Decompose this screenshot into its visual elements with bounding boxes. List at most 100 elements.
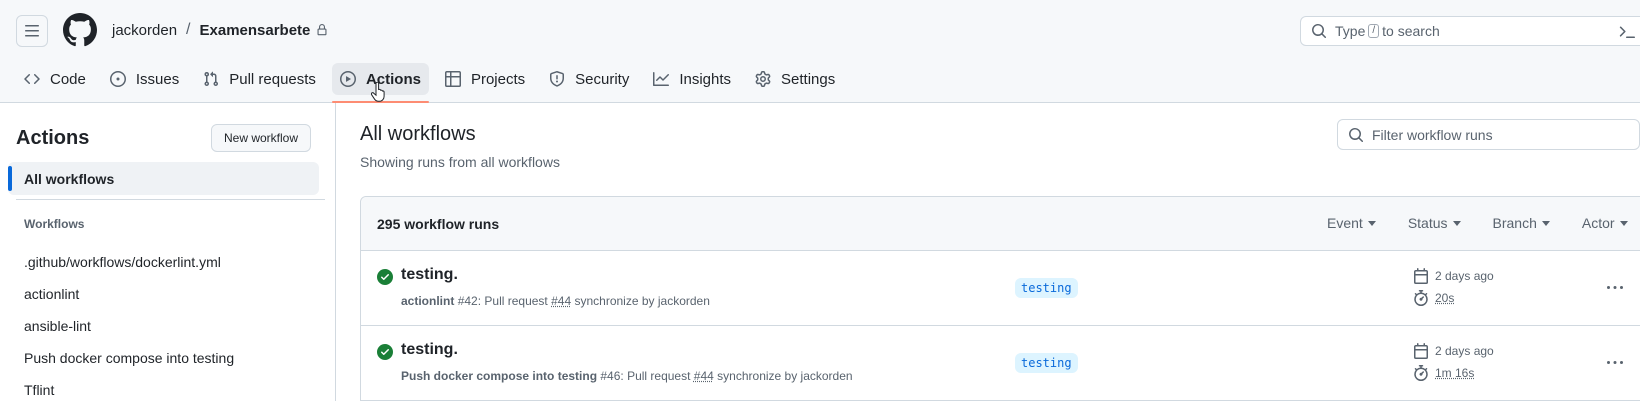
breadcrumb-owner-link[interactable]: jackorden [112, 22, 177, 39]
search-icon [1349, 127, 1364, 142]
run-meta: Push docker compose into testing #46: Pu… [401, 369, 853, 383]
run-workflow-name: Push docker compose into testing [401, 369, 598, 383]
run-duration-text: 1m 16s [1435, 366, 1475, 380]
filter-placeholder: Filter workflow runs [1372, 126, 1493, 143]
workflow-runs-list: 295 workflow runs Event Status Branch Ac… [360, 196, 1640, 401]
calendar-icon [1414, 343, 1428, 359]
run-number: #46 [600, 369, 621, 383]
run-date: 2 days ago [1413, 268, 1494, 284]
tab-security[interactable]: Security [541, 63, 637, 95]
caret-down-icon [1367, 220, 1376, 226]
filter-label: Branch [1492, 215, 1537, 231]
stopwatch-icon [1414, 290, 1428, 306]
pull-request-link[interactable]: #44 [551, 294, 571, 308]
branch-tag[interactable]: testing [1015, 278, 1078, 298]
run-title-link[interactable]: testing. [401, 266, 458, 284]
run-options-button[interactable] [1602, 277, 1628, 299]
run-action: synchronize by jackorden [574, 294, 710, 308]
tab-label: Security [575, 70, 630, 88]
actions-sidebar: Actions New workflow All workflows Workf… [0, 103, 336, 401]
check-circle-fill-icon [377, 344, 393, 360]
search-input[interactable]: Type / to search [1300, 16, 1640, 46]
menu-button[interactable] [16, 15, 48, 47]
github-logo-icon[interactable] [63, 13, 97, 47]
sidebar-item-workflow[interactable]: .github/workflows/dockerlint.yml [24, 246, 234, 278]
run-duration: 1m 16s [1413, 365, 1474, 381]
sidebar-divider [16, 199, 325, 200]
caret-down-icon [1541, 220, 1550, 226]
breadcrumb: jackorden / Examensarbete [112, 20, 328, 40]
kebab-horizontal-icon [1607, 361, 1623, 364]
sidebar-item-workflow[interactable]: actionlint [24, 278, 234, 310]
hamburger-icon [25, 25, 39, 37]
run-duration: 20s [1413, 290, 1454, 306]
sidebar-item-workflow[interactable]: Push docker compose into testing [24, 342, 234, 374]
caret-down-icon [1619, 220, 1628, 226]
tab-pull-requests[interactable]: Pull requests [195, 63, 324, 95]
branch-tag[interactable]: testing [1015, 353, 1078, 373]
actor-filter-dropdown[interactable]: Actor [1582, 215, 1628, 231]
run-trigger: : Pull request [477, 294, 548, 308]
workflow-list: .github/workflows/dockerlint.yml actionl… [24, 246, 234, 401]
search-suffix: to search [1382, 23, 1440, 39]
code-icon [24, 73, 40, 85]
repo-nav: Code Issues Pull requests Actions Projec… [16, 63, 851, 103]
calendar-icon [1414, 268, 1428, 284]
run-options-button[interactable] [1602, 352, 1628, 374]
lock-icon [317, 24, 327, 36]
tab-label: Code [50, 70, 86, 88]
tab-code[interactable]: Code [16, 63, 94, 95]
runs-list-header: 295 workflow runs Event Status Branch Ac… [361, 197, 1640, 251]
repo-header: jackorden / Examensarbete Type / to sear… [0, 0, 1640, 103]
workflow-run-row[interactable]: testing. Push docker compose into testin… [361, 326, 1640, 401]
tab-insights[interactable]: Insights [645, 63, 739, 95]
search-prefix: Type [1335, 23, 1366, 39]
runs-count: 295 workflow runs [377, 215, 500, 232]
sidebar-item-all-workflows[interactable]: All workflows [8, 162, 319, 195]
run-workflow-name: actionlint [401, 294, 455, 308]
caret-down-icon [1452, 220, 1461, 226]
filter-workflow-runs-input[interactable]: Filter workflow runs [1337, 119, 1640, 150]
workflow-run-row[interactable]: testing. actionlint #42: Pull request #4… [361, 251, 1640, 326]
tab-label: Issues [135, 70, 180, 88]
pull-request-link[interactable]: #44 [694, 369, 714, 383]
run-trigger: : Pull request [620, 369, 691, 383]
check-circle-fill-icon [377, 269, 393, 285]
search-icon [1312, 24, 1327, 39]
kebab-horizontal-icon [1607, 286, 1623, 289]
breadcrumb-repo-link[interactable]: Examensarbete [200, 22, 311, 39]
sidebar-title: Actions [16, 127, 90, 149]
search-placeholder: Type / to search [1335, 23, 1440, 39]
stopwatch-icon [1414, 365, 1428, 381]
tab-label: Insights [679, 70, 732, 88]
tab-settings[interactable]: Settings [747, 63, 843, 95]
workflows-heading: Workflows [24, 217, 85, 231]
tab-label: Settings [781, 70, 836, 88]
tab-label: Pull requests [229, 70, 316, 88]
tab-label: Projects [470, 70, 526, 88]
filter-label: Actor [1581, 215, 1615, 231]
play-icon [339, 71, 356, 87]
search-shortcut-key: / [1368, 24, 1380, 38]
run-action: synchronize by jackorden [717, 369, 853, 383]
run-duration-text: 20s [1435, 291, 1455, 305]
sidebar-item-workflow[interactable]: Tflint [24, 374, 234, 401]
command-palette-icon[interactable] [1619, 24, 1635, 40]
table-icon [444, 71, 461, 87]
run-date-text: 2 days ago [1435, 269, 1494, 283]
status-filter-dropdown[interactable]: Status [1408, 215, 1461, 231]
run-meta: actionlint #42: Pull request #44 synchro… [401, 294, 710, 308]
tab-issues[interactable]: Issues [102, 63, 187, 95]
run-title-link[interactable]: testing. [401, 341, 458, 359]
tab-projects[interactable]: Projects [437, 63, 533, 95]
shield-icon [550, 71, 565, 87]
runs-filters: Event Status Branch Actor [1327, 215, 1640, 231]
page-subtitle: Showing runs from all workflows [360, 154, 560, 170]
event-filter-dropdown[interactable]: Event [1327, 215, 1376, 231]
branch-filter-dropdown[interactable]: Branch [1493, 215, 1550, 231]
run-number: #42 [457, 294, 478, 308]
new-workflow-button[interactable]: New workflow [211, 124, 311, 152]
sidebar-item-workflow[interactable]: ansible-lint [24, 310, 234, 342]
filter-label: Event [1327, 215, 1363, 231]
hand-pointer-cursor-icon [371, 82, 385, 102]
